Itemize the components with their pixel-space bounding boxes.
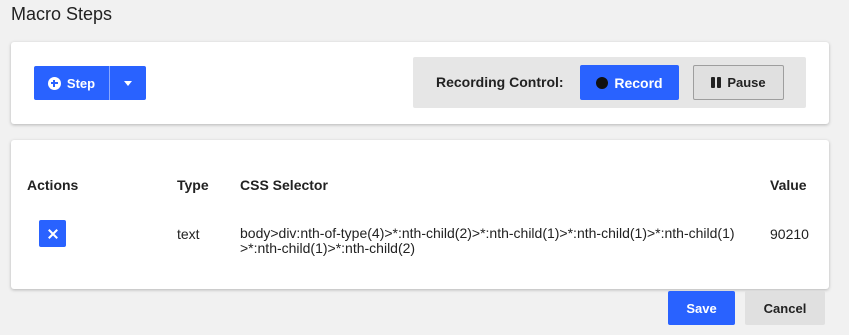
column-header-type: Type: [177, 177, 209, 193]
record-dot-icon: [596, 76, 609, 89]
column-header-css-selector: CSS Selector: [240, 177, 328, 193]
cancel-button[interactable]: Cancel: [745, 291, 825, 325]
close-icon: [48, 229, 58, 239]
column-header-actions: Actions: [27, 177, 79, 193]
plus-circle-icon: [47, 76, 61, 90]
page-title: Macro Steps: [11, 4, 113, 24]
column-header-value: Value: [770, 177, 807, 193]
save-button[interactable]: Save: [668, 291, 735, 325]
steps-table-card: Actions Type CSS Selector Value text bod…: [11, 140, 829, 289]
chevron-down-icon: [124, 80, 132, 86]
pause-icon: [711, 77, 722, 88]
add-step-button[interactable]: Step: [34, 66, 109, 100]
toolbar-card: Step Recording Control: Record Pause: [11, 42, 829, 124]
step-button-group: Step: [34, 66, 146, 100]
add-step-label: Step: [66, 75, 96, 91]
record-button[interactable]: Record: [580, 65, 679, 100]
cell-type: text: [177, 226, 200, 242]
cell-value: 90210: [770, 226, 809, 242]
recording-control-panel: Recording Control: Record Pause: [413, 57, 806, 108]
delete-step-button[interactable]: [39, 220, 66, 247]
pause-button[interactable]: Pause: [693, 65, 784, 100]
record-label: Record: [614, 74, 663, 91]
pause-label: Pause: [727, 75, 766, 90]
step-dropdown-button[interactable]: [109, 66, 146, 100]
recording-control-label: Recording Control:: [436, 74, 564, 90]
cell-css-selector: body>div:nth-of-type(4)>*:nth-child(2)>*…: [240, 225, 735, 256]
